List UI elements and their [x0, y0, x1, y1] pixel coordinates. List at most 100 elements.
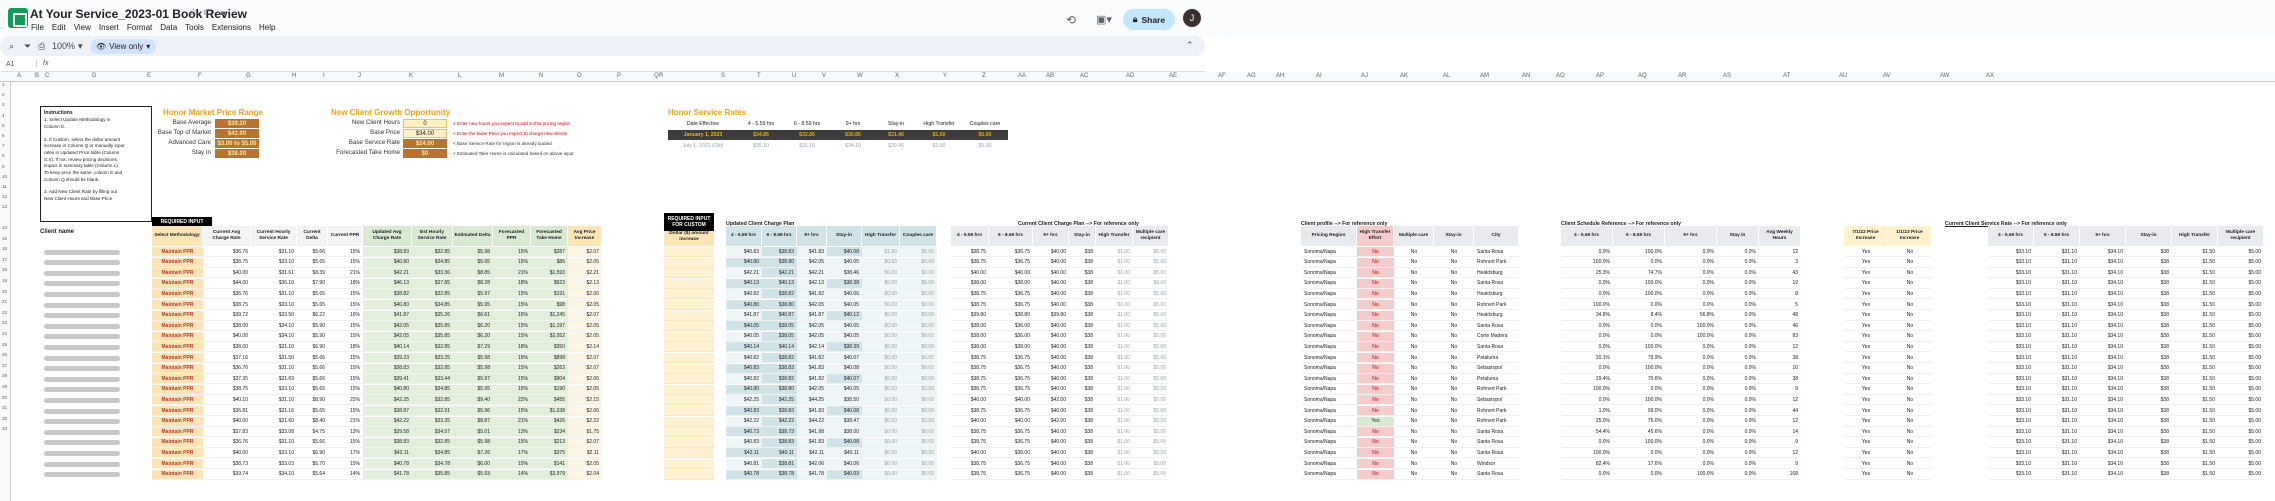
column-header-ap[interactable]: AP	[1596, 73, 1604, 79]
menu-help[interactable]: Help	[259, 23, 275, 32]
custom-increase-cell[interactable]	[664, 268, 714, 279]
column-header-a[interactable]: A	[17, 73, 21, 79]
main-row-cell[interactable]: Maintain PPR	[152, 395, 203, 406]
updated-row-cell[interactable]: $0.00	[900, 395, 937, 406]
row-header-4[interactable]: 4	[2, 113, 5, 118]
updated-row-cell[interactable]: $42.22	[762, 416, 797, 427]
updated-row-cell[interactable]: $38.05	[762, 331, 797, 342]
main-row-cell[interactable]: Maintain PPR	[152, 289, 203, 300]
updated-row-cell[interactable]: $40.83	[726, 406, 762, 416]
updated-row-cell[interactable]: $0.00	[900, 310, 937, 321]
updated-row-cell[interactable]: $38.00	[827, 427, 862, 438]
custom-increase-cell[interactable]	[664, 342, 714, 353]
row-header-33[interactable]: 33	[2, 426, 7, 431]
print-icon[interactable]: ⎙	[38, 41, 45, 52]
updated-row-cell[interactable]: $40.07	[827, 374, 862, 385]
updated-row-cell[interactable]: $41.78	[797, 469, 827, 480]
updated-row-cell[interactable]: $40.87	[762, 310, 797, 321]
updated-row-cell[interactable]: $38.83	[762, 437, 797, 448]
column-header-f[interactable]: F	[198, 73, 202, 79]
custom-increase-cell[interactable]	[664, 331, 714, 342]
row-header-18[interactable]: 18	[2, 267, 7, 272]
updated-row-cell[interactable]: $40.81	[726, 459, 762, 469]
column-header-d[interactable]: D	[92, 73, 96, 79]
column-header-ah[interactable]: AH	[1276, 73, 1284, 79]
updated-row-cell[interactable]: $40.03	[827, 469, 862, 480]
updated-row-cell[interactable]: $41.82	[797, 374, 827, 385]
menu-file[interactable]: File	[31, 23, 44, 32]
column-header-ad[interactable]: AD	[1126, 73, 1134, 79]
column-header-c[interactable]: C	[45, 73, 49, 79]
updated-row-cell[interactable]: $38.82	[762, 289, 797, 300]
column-header-i[interactable]: I	[323, 73, 325, 79]
updated-row-cell[interactable]: $40.80	[726, 257, 762, 268]
updated-row-cell[interactable]: $40.05	[827, 321, 862, 332]
updated-row-cell[interactable]: $1.00	[862, 247, 900, 257]
column-header-ao[interactable]: AO	[1556, 73, 1565, 79]
row-header-6[interactable]: 6	[2, 133, 5, 138]
updated-row-cell[interactable]: $0.00	[862, 437, 900, 448]
updated-row-cell[interactable]: $38.05	[762, 321, 797, 332]
main-row-cell[interactable]: Maintain PPR	[152, 469, 203, 480]
chevron-down-icon[interactable]: ▾	[78, 41, 83, 52]
row-header-17[interactable]: 17	[2, 257, 7, 262]
updated-row-cell[interactable]: $40.83	[726, 437, 762, 448]
column-header-ax[interactable]: AX	[1986, 73, 1994, 79]
column-header-an[interactable]: AN	[1522, 73, 1530, 79]
updated-row-cell[interactable]: $40.08	[827, 363, 862, 374]
menu-view[interactable]: View	[74, 23, 91, 32]
updated-row-cell[interactable]: $0.00	[900, 384, 937, 395]
column-header-e[interactable]: E	[147, 73, 151, 79]
updated-row-cell[interactable]: $38.39	[827, 342, 862, 353]
column-header-ac[interactable]: AC	[1080, 73, 1088, 79]
move-icon[interactable]: ▭	[203, 7, 217, 18]
custom-increase-cell[interactable]	[664, 257, 714, 268]
row-header-22[interactable]: 22	[2, 310, 7, 315]
column-header-av[interactable]: AV	[1883, 73, 1891, 79]
column-header-r[interactable]: R	[659, 73, 663, 79]
updated-row-cell[interactable]: $40.80	[726, 384, 762, 395]
updated-row-cell[interactable]: $0.00	[862, 300, 900, 310]
version-history-icon[interactable]: ⟲	[1066, 13, 1076, 27]
row-header-1[interactable]: 1	[2, 82, 5, 87]
updated-row-cell[interactable]: $40.05	[827, 331, 862, 342]
updated-row-cell[interactable]: $0.00	[862, 469, 900, 480]
updated-row-cell[interactable]: $40.82	[726, 289, 762, 300]
updated-row-cell[interactable]: $0.00	[900, 321, 937, 332]
updated-row-cell[interactable]: $40.80	[726, 300, 762, 310]
updated-row-cell[interactable]: $42.05	[797, 257, 827, 268]
updated-row-cell[interactable]: $0.00	[862, 459, 900, 469]
view-only-button[interactable]: 👁︎ View only ▾	[90, 39, 157, 54]
updated-row-cell[interactable]: $0.00	[900, 257, 937, 268]
main-row-cell[interactable]: Maintain PPR	[152, 247, 203, 257]
updated-row-cell[interactable]: $0.00	[862, 353, 900, 363]
custom-increase-cell[interactable]	[664, 406, 714, 416]
row-header-9[interactable]: 9	[2, 164, 5, 169]
column-header-v[interactable]: V	[822, 73, 826, 79]
main-row-cell[interactable]: Maintain PPR	[152, 342, 203, 353]
row-header-30[interactable]: 30	[2, 395, 7, 400]
updated-row-cell[interactable]: $38.81	[762, 459, 797, 469]
column-header-l[interactable]: L	[458, 73, 461, 79]
row-header-13[interactable]: 13	[2, 204, 7, 209]
column-header-as[interactable]: AS	[1723, 73, 1731, 79]
updated-row-cell[interactable]: $0.00	[862, 416, 900, 427]
column-header-au[interactable]: AU	[1839, 73, 1847, 79]
row-header-23[interactable]: 23	[2, 320, 7, 325]
updated-row-cell[interactable]: $0.00	[900, 353, 937, 363]
updated-row-cell[interactable]: $40.13	[726, 278, 762, 289]
updated-row-cell[interactable]: $41.83	[797, 247, 827, 257]
sheets-logo-icon[interactable]	[8, 8, 28, 28]
row-header-26[interactable]: 26	[2, 352, 7, 357]
updated-row-cell[interactable]: $0.00	[862, 374, 900, 385]
row-header-8[interactable]: 8	[2, 153, 5, 158]
updated-row-cell[interactable]: $38.83	[762, 247, 797, 257]
column-header-o[interactable]: O	[577, 73, 582, 79]
column-header-j[interactable]: J	[358, 73, 361, 79]
search-menus-icon[interactable]: ⌕	[9, 41, 14, 52]
main-row-cell[interactable]: Maintain PPR	[152, 257, 203, 268]
updated-row-cell[interactable]: $41.82	[797, 289, 827, 300]
updated-row-cell[interactable]: $38.80	[762, 257, 797, 268]
updated-row-cell[interactable]: $0.00	[900, 289, 937, 300]
main-row-cell[interactable]: Maintain PPR	[152, 448, 203, 459]
